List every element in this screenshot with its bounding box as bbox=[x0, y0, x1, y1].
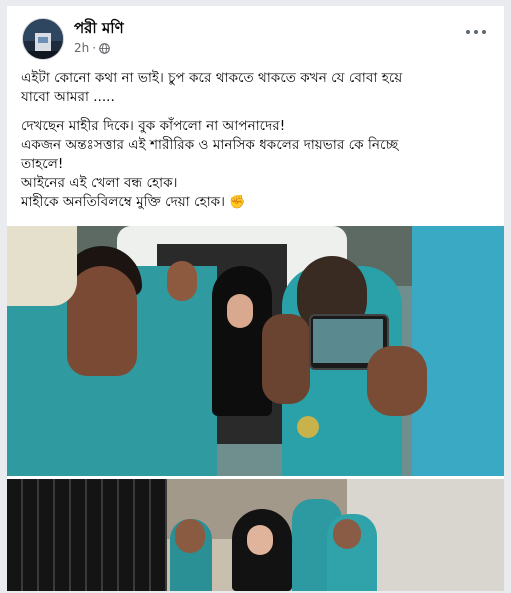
text-line: দেখছেন মাহীর দিকে। বুক কাঁপলো না আপনাদের… bbox=[21, 118, 286, 134]
text-line: আইনের এই খেলা বন্ধ হোক। bbox=[21, 175, 178, 191]
post-card: পরী মণি 2h · এইটা কোনো কথা না ভাই। চুপ ক… bbox=[7, 6, 504, 591]
avatar[interactable] bbox=[22, 18, 64, 60]
post-time[interactable]: 2h bbox=[74, 41, 89, 55]
globe-icon bbox=[99, 42, 110, 54]
meta-separator: · bbox=[92, 41, 97, 55]
post-meta: 2h · bbox=[74, 41, 110, 55]
author-name[interactable]: পরী মণি bbox=[74, 17, 124, 42]
photo-police-van[interactable] bbox=[7, 226, 504, 476]
photo-corridor[interactable] bbox=[7, 479, 504, 591]
raised-fist-emoji: ✊ bbox=[229, 195, 246, 210]
text-line: একজন অন্তঃসত্তার এই শারীরিক ও মানসিক ধকল… bbox=[21, 137, 399, 153]
text-line-last: মাহীকে অনতিবিলম্বে মুক্তি দেয়া হোক। ✊ bbox=[21, 193, 491, 212]
text-line: মাহীকে অনতিবিলম্বে মুক্তি দেয়া হোক। bbox=[21, 194, 226, 210]
text-line: যাবো আমরা ..... bbox=[21, 89, 115, 105]
more-options-icon[interactable] bbox=[466, 30, 486, 36]
post-text: এইটা কোনো কথা না ভাই। চুপ করে থাকতে থাকত… bbox=[21, 69, 491, 212]
post-header: পরী মণি 2h · bbox=[7, 6, 504, 66]
text-line: তাহলে! bbox=[21, 156, 64, 172]
text-line: এইটা কোনো কথা না ভাই। চুপ করে থাকতে থাকত… bbox=[21, 70, 403, 86]
